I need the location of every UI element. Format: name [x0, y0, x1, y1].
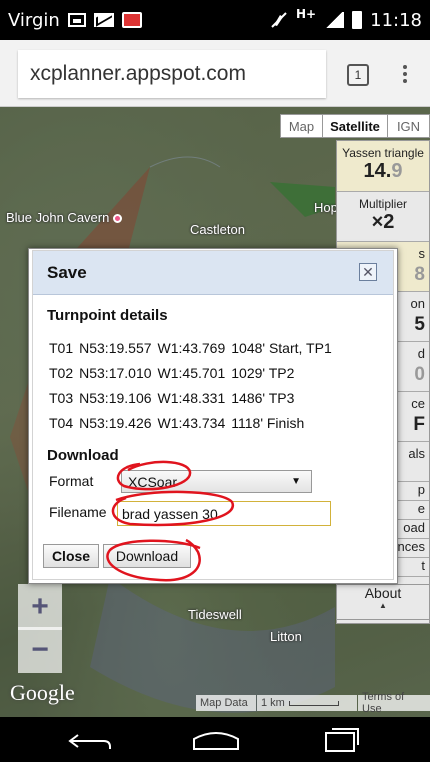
zoom-out-button[interactable]: − — [18, 627, 62, 673]
place-label: Hop — [314, 200, 338, 215]
close-button[interactable]: Close — [43, 544, 99, 568]
turnpoint-cell: T02 — [49, 364, 74, 381]
turnpoint-cell: 1029' TP2 — [231, 364, 295, 381]
screenshot-icon — [67, 13, 86, 27]
turnpoint-row: T01 N53:19.557 W1:43.769 1048' Start, TP1 — [49, 335, 338, 360]
map-data-link[interactable]: Map Data — [196, 695, 256, 711]
place-label: Castleton — [190, 222, 245, 237]
route-name: Yassen triangle — [342, 146, 424, 160]
scale-bar: 1 km — [257, 695, 357, 711]
home-icon[interactable] — [186, 725, 246, 755]
turnpoint-cell: T01 — [49, 339, 74, 356]
tab-switcher-button[interactable]: 1 — [347, 64, 369, 86]
map-type-ign-button[interactable]: IGN — [387, 114, 430, 138]
turnpoint-cell: W1:43.734 — [157, 414, 226, 431]
turnpoint-row: T02 N53:17.010 W1:45.701 1029' TP2 — [49, 360, 338, 385]
filename-input[interactable]: brad yassen 30 — [117, 501, 331, 526]
collapse-arrow-icon[interactable]: ▲ — [337, 601, 429, 610]
turnpoint-cell: W1:45.701 — [157, 364, 226, 381]
app-notification-icon — [121, 12, 142, 28]
about-label: About — [364, 585, 402, 601]
system-nav-bar — [0, 717, 430, 762]
place-label: Litton — [270, 629, 302, 644]
terms-link[interactable]: Terms of Use — [358, 691, 430, 715]
carrier-name: Virgin — [8, 9, 60, 31]
about-button[interactable]: About ▲ — [336, 584, 430, 620]
multiplier-box: Multiplier ×2 — [337, 192, 429, 242]
zoom-in-button[interactable]: + — [18, 584, 62, 630]
turnpoint-row: T04 N53:19.426 W1:43.734 1118' Finish — [49, 410, 338, 435]
turnpoint-cell: T03 — [49, 389, 74, 406]
clock: 11:18 — [370, 9, 422, 31]
overflow-menu-icon[interactable] — [400, 62, 410, 88]
map-type-satellite-button[interactable]: Satellite — [322, 114, 388, 138]
battery-icon — [352, 11, 363, 29]
save-dialog: Save ✕ Turnpoint details T01 N53:19.557 W1… — [32, 250, 394, 580]
cave-marker-icon[interactable] — [113, 214, 123, 224]
chevron-down-icon: ▼ — [291, 476, 301, 487]
place-label: Tideswell — [188, 607, 242, 622]
recents-icon[interactable] — [312, 725, 372, 755]
turnpoint-cell: 1486' TP3 — [231, 389, 295, 406]
dialog-header: Save — [33, 251, 393, 295]
multiplier-value: ×2 — [371, 211, 395, 233]
place-label: Blue John Cavern — [6, 210, 123, 225]
format-select[interactable]: XCSoar ▼ — [121, 470, 312, 493]
turnpoint-heading: Turnpoint details — [47, 307, 168, 324]
dialog-title: Save — [47, 262, 87, 282]
format-label: Format — [49, 473, 94, 489]
close-icon[interactable]: ✕ — [359, 263, 377, 281]
turnpoint-cell: W1:43.769 — [157, 339, 226, 356]
turnpoint-cell: 1048' Start, TP1 — [231, 339, 332, 356]
format-value: XCSoar — [128, 473, 178, 490]
back-icon[interactable] — [60, 725, 120, 755]
signal-icon — [324, 12, 345, 28]
turnpoint-cell: N53:19.557 — [79, 339, 152, 356]
network-type: H+ — [296, 7, 317, 21]
map-type-map-button[interactable]: Map — [280, 114, 323, 138]
turnpoint-row: T03 N53:19.106 W1:48.331 1486' TP3 — [49, 385, 338, 410]
browser-toolbar: xcplanner.appspot.com 1 — [0, 40, 430, 107]
turnpoint-cell: 1118' Finish — [231, 414, 305, 431]
turnpoint-cell: N53:19.106 — [79, 389, 152, 406]
download-button[interactable]: Download — [103, 544, 191, 568]
url-bar[interactable]: xcplanner.appspot.com — [18, 50, 326, 98]
route-summary: Yassen triangle 14.9 — [337, 141, 429, 192]
status-bar: Virgin H+ 11:18 — [0, 0, 430, 40]
multiplier-label: Multiplier — [358, 197, 407, 211]
route-distance: 14.9 — [363, 160, 403, 182]
turnpoint-table: T01 N53:19.557 W1:43.769 1048' Start, TP1 T0… — [49, 335, 338, 435]
google-logo: Google — [10, 680, 75, 705]
turnpoint-cell: N53:19.426 — [79, 414, 152, 431]
turnpoint-cell: T04 — [49, 414, 74, 431]
mute-icon — [271, 12, 287, 28]
filename-label: Filename — [49, 504, 107, 520]
download-heading: Download — [47, 447, 119, 464]
mail-icon — [93, 13, 114, 27]
turnpoint-cell: W1:48.331 — [157, 389, 226, 406]
turnpoint-cell: N53:17.010 — [79, 364, 152, 381]
